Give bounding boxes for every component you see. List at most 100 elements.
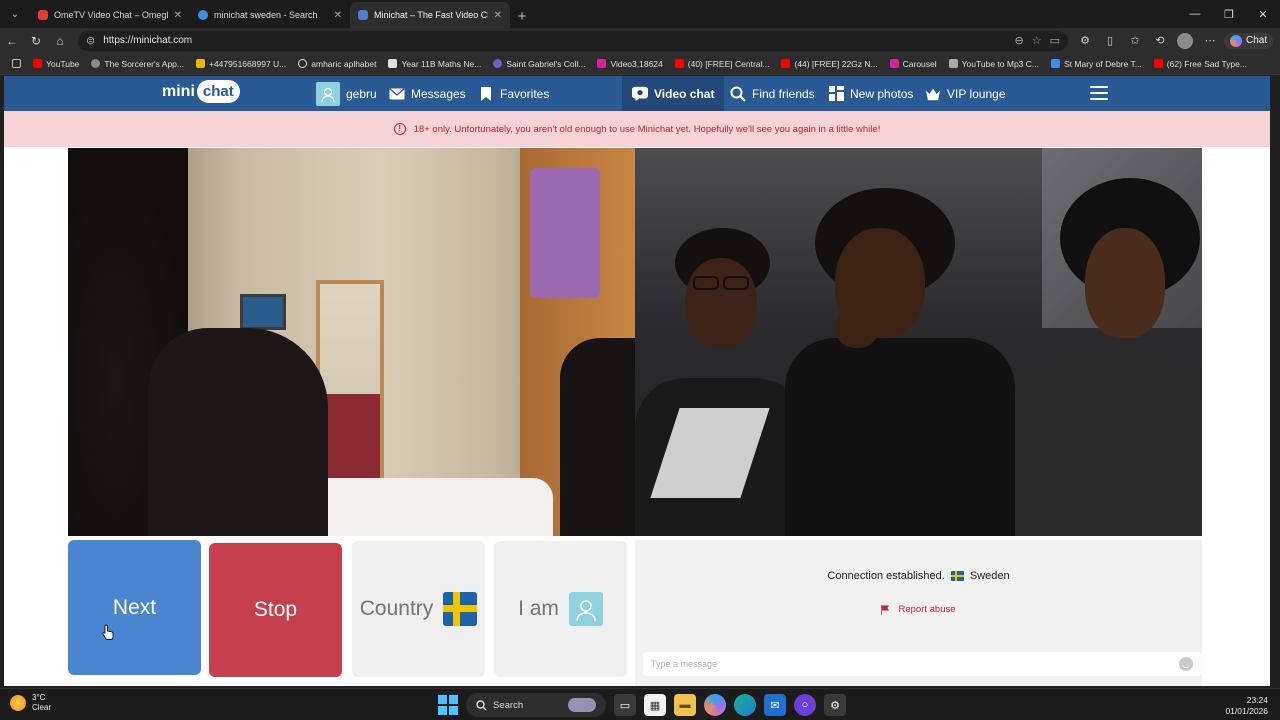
close-tab-icon[interactable]: ✕	[334, 10, 342, 21]
store-icon[interactable]: ▦	[644, 694, 666, 716]
nav-video-chat[interactable]: Video chat	[622, 76, 725, 111]
tab-bar: ⌄ OmeTV Video Chat – Omegl ✕ minichat sw…	[0, 0, 1280, 28]
nav-label: Favorites	[500, 86, 550, 101]
copilot-icon	[1230, 34, 1242, 47]
copilot-chat-button[interactable]: Chat	[1224, 32, 1274, 49]
bookmark-favicon-icon	[948, 59, 958, 68]
bookmark-item[interactable]: Saint Gabriel's Coll...	[487, 59, 591, 69]
split-screen-icon[interactable]: ▯	[1099, 30, 1121, 52]
bookmark-item[interactable]: Video3,18624	[591, 59, 668, 69]
emoji-icon[interactable]	[1179, 657, 1193, 671]
i-am-label: I am	[518, 597, 559, 620]
tab-ometv[interactable]: OmeTV Video Chat – Omegl ✕	[30, 2, 190, 28]
report-label: Report abuse	[898, 604, 956, 615]
bookmark-item[interactable]: +447951668997 U...	[190, 59, 292, 69]
bookmark-item[interactable]: YouTube	[27, 59, 85, 69]
app-icon[interactable]: ○	[794, 694, 816, 716]
instagram-icon	[597, 59, 607, 68]
home-icon[interactable]: ⌂	[48, 29, 72, 53]
nav-label: VIP lounge	[947, 86, 1006, 101]
maximize-icon[interactable]: ❐	[1212, 0, 1246, 28]
start-button-icon[interactable]	[438, 695, 458, 715]
settings-icon[interactable]: ⚙	[824, 694, 846, 716]
nav-new-photos[interactable]: New photos	[820, 76, 921, 111]
minichat-logo[interactable]: mini chat	[162, 80, 240, 103]
more-menu-icon[interactable]: ⋯	[1199, 30, 1221, 52]
refresh-icon[interactable]: ↻	[24, 29, 48, 53]
alert-icon: !	[393, 123, 406, 135]
mail-icon[interactable]: ✉	[764, 694, 786, 716]
country-button[interactable]: Country	[352, 541, 485, 677]
bookmark-item[interactable]: Year 11B Maths Ne...	[382, 59, 487, 69]
back-icon[interactable]: ←	[0, 29, 24, 53]
favorite-star-icon[interactable]: ☆	[1032, 34, 1042, 47]
close-tab-icon[interactable]: ✕	[494, 10, 502, 21]
bookmark-favicon-icon	[493, 59, 503, 68]
new-tab-icon[interactable]: +	[510, 4, 534, 28]
report-flag-icon	[881, 604, 890, 615]
copilot-app-icon[interactable]	[704, 694, 726, 716]
bookmark-label: amharic aplhabet	[311, 58, 377, 69]
favorites-bar-icon[interactable]: ✩	[1124, 30, 1146, 52]
system-clock[interactable]: 23:24 01/01/2026	[1225, 695, 1268, 717]
i-am-button[interactable]: I am	[494, 541, 627, 677]
file-explorer-icon[interactable]: ▬	[674, 694, 696, 716]
next-button[interactable]: Next	[68, 540, 201, 675]
bookmark-item[interactable]: YouTube to Mp3 C...	[943, 59, 1045, 69]
hamburger-menu-icon[interactable]	[1090, 86, 1108, 100]
youtube-icon	[1153, 59, 1163, 68]
edge-icon[interactable]	[734, 694, 756, 716]
task-view-icon[interactable]: ▭	[614, 694, 636, 716]
profile-avatar[interactable]	[1174, 30, 1196, 52]
tab-minichat[interactable]: Minichat – The Fast Video Ch ✕	[350, 2, 510, 28]
nav-vip-lounge[interactable]: VIP lounge	[917, 76, 1014, 111]
bookmark-item[interactable]: (44) [FREE] 22Gz N...	[775, 59, 883, 69]
youtube-icon	[674, 59, 684, 68]
report-abuse-link[interactable]: Report abuse	[635, 604, 1202, 615]
youtube-icon	[33, 59, 42, 68]
bookmark-label: Saint Gabriel's Coll...	[506, 58, 586, 69]
bookmark-item[interactable]: amharic aplhabet	[292, 59, 382, 69]
extensions-icon[interactable]: ⚙	[1074, 30, 1096, 52]
country-label: Country	[359, 597, 434, 620]
bookmark-item[interactable]: St Mary of Debre T...	[1045, 59, 1148, 69]
nav-user-profile[interactable]: gebru	[308, 76, 385, 111]
search-highlight-icon	[568, 698, 596, 712]
bookmark-label: (62) Free Sad Type...	[1166, 58, 1247, 69]
clock-date: 01/01/2026	[1225, 706, 1268, 716]
stop-label: Stop	[253, 598, 298, 621]
message-placeholder: Type a message	[651, 659, 718, 669]
bookmark-item[interactable]: Carousel	[884, 59, 943, 69]
window-controls: — ❐ ✕	[1178, 0, 1280, 28]
clock-time: 23:24	[1246, 695, 1268, 705]
tab-search[interactable]: minichat sweden - Search ✕	[190, 2, 350, 28]
close-tab-icon[interactable]: ✕	[174, 10, 182, 21]
bookmark-label: The Sorcerer's App...	[104, 58, 184, 69]
tab-list-button[interactable]: ⌄	[4, 4, 26, 24]
logo-chat-text: chat	[196, 80, 240, 103]
bookmark-item[interactable]: (62) Free Sad Type...	[1148, 59, 1253, 69]
zoom-icon[interactable]: ⊖	[1015, 34, 1024, 47]
nav-messages[interactable]: Messages	[381, 76, 474, 111]
bookmarks-folder-icon[interactable]	[6, 59, 27, 68]
bookmark-item[interactable]: (40) [FREE] Central...	[669, 59, 776, 69]
message-input[interactable]: Type a message	[643, 652, 1201, 676]
bookmark-label: +447951668997 U...	[208, 58, 287, 69]
media-icon[interactable]: ▭	[1050, 34, 1060, 47]
partner-camera-video	[635, 148, 1202, 536]
minimize-icon[interactable]: —	[1178, 0, 1212, 28]
stop-button[interactable]: Stop	[209, 543, 342, 677]
weather-widget[interactable]: 3°C Clear	[10, 693, 51, 713]
minichat-favicon-icon	[358, 10, 368, 20]
search-icon	[476, 699, 487, 710]
bookmark-favicon-icon	[91, 59, 101, 68]
close-window-icon[interactable]: ✕	[1246, 0, 1280, 28]
bookmark-item[interactable]: The Sorcerer's App...	[85, 59, 190, 69]
nav-favorites[interactable]: Favorites	[470, 76, 557, 111]
url-field[interactable]: ⊜ https://minichat.com ⊖ ☆ ▭	[78, 30, 1068, 51]
site-info-icon[interactable]: ⊜	[86, 34, 95, 47]
taskbar-search[interactable]: Search	[466, 693, 606, 717]
video-area	[68, 148, 1202, 536]
nav-find-friends[interactable]: Find friends	[722, 76, 823, 111]
history-icon[interactable]: ⟲	[1149, 30, 1171, 52]
